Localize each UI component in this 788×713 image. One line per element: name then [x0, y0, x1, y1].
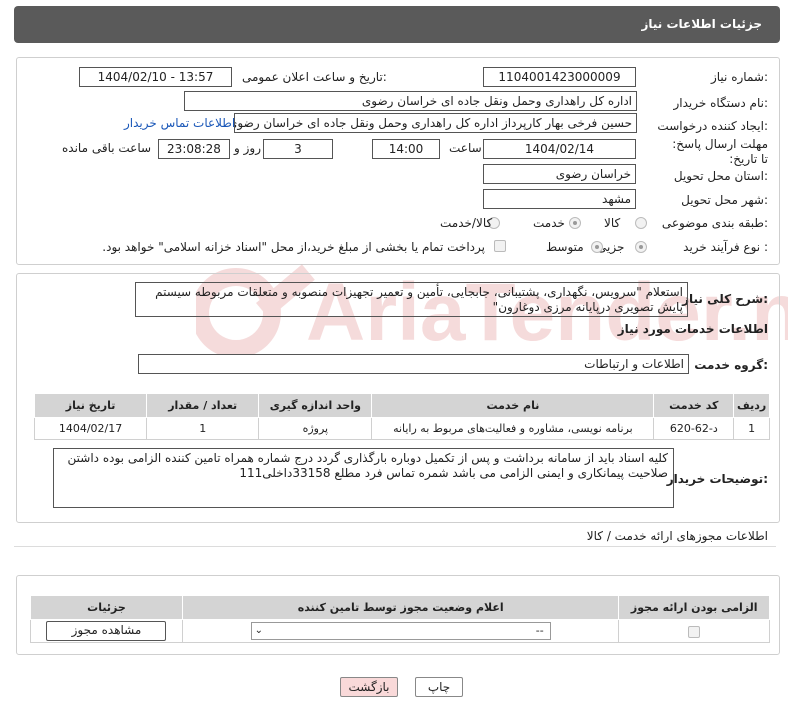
category-kala-service-label: کالا/خدمت [440, 216, 493, 230]
col-unit: واحد اندازه گیری [258, 393, 373, 418]
creator-label: ایجاد کننده درخواست: [657, 119, 768, 133]
category-kala-label: کالا [604, 216, 621, 230]
permit-details-cell: مشاهده مجوز [30, 619, 183, 643]
page-title: جزئیات اطلاعات نیاز [641, 17, 762, 31]
category-label: طبقه بندی موضوعی: [661, 216, 768, 230]
service-group-label: گروه خدمت: [694, 358, 768, 372]
permit-status-value: -- [535, 624, 544, 637]
permits-divider [14, 546, 776, 547]
announce-date-field: 1404/02/10 - 13:57 [79, 67, 232, 87]
permit-required-checkbox [688, 625, 701, 638]
buyer-notes-text: کلیه اسناد باید از سامانه برداشت و پس از… [53, 448, 674, 508]
permits-section-title: اطلاعات مجوزهای ارائه خدمت / کالا [586, 529, 768, 543]
cell-qty: 1 [146, 417, 260, 440]
deadline-label: مهلت ارسال پاسخ: تا تاریخ: [672, 137, 768, 166]
chevron-down-icon: ⌄ [254, 625, 264, 636]
col-row: ردیف [733, 393, 770, 418]
buyer-org-field: اداره کل راهداری وحمل ونقل جاده ای خراسا… [184, 91, 637, 111]
buyer-notes-label: توضیحات خریدار: [666, 472, 768, 486]
deadline-time-field: 14:00 [372, 139, 440, 159]
buyer-contact-link[interactable]: اطلاعات تماس خریدار [124, 116, 235, 130]
page-header: جزئیات اطلاعات نیاز [14, 6, 780, 43]
table-row: 1 د-62-620 برنامه نویسی، مشاوره و فعالیت… [33, 417, 770, 440]
back-button[interactable]: بازگشت [340, 677, 398, 697]
services-title: اطلاعات خدمات مورد نیاز [617, 322, 768, 336]
deadline-time-label: ساعت [449, 141, 482, 155]
announce-date-label: تاریخ و ساعت اعلان عمومی: [242, 70, 387, 84]
creator-field: حسین فرخی بهار کارپرداز اداره کل راهداری… [234, 113, 637, 133]
remaining-label: ساعت باقی مانده [62, 141, 152, 155]
permits-table: الزامی بودن ارائه مجوز اعلام وضعیت مجوز … [30, 595, 770, 643]
deadline-date-field: 1404/02/14 [483, 139, 636, 159]
need-number-label: شماره نیاز: [710, 70, 768, 84]
col-code: کد خدمت [653, 393, 735, 418]
view-permit-button[interactable]: مشاهده مجوز [46, 621, 167, 641]
summary-label: شرح کلی نیاز: [682, 292, 768, 306]
cell-name: برنامه نویسی، مشاوره و فعالیت‌های مربوط … [371, 417, 655, 440]
cell-code: د-62-620 [653, 417, 735, 440]
permit-status-cell: -- ⌄ [181, 619, 620, 643]
table-row: -- ⌄ مشاهده مجوز [30, 619, 770, 643]
city-label: شهر محل تحویل: [681, 193, 768, 207]
cell-unit: پروژه [258, 417, 373, 440]
remaining-time-field: 23:08:28 [158, 139, 230, 159]
services-table-header: ردیف کد خدمت نام خدمت واحد اندازه گیری ت… [33, 393, 770, 418]
col-qty: تعداد / مقدار [146, 393, 260, 418]
city-field: مشهد [483, 189, 636, 209]
province-label: استان محل تحویل: [673, 169, 768, 183]
permit-status-select[interactable]: -- ⌄ [250, 622, 551, 640]
remaining-days-field: 3 [263, 139, 333, 159]
service-group-field: اطلاعات و ارتباطات [138, 354, 689, 374]
print-button[interactable]: چاپ [415, 677, 463, 697]
col-name: نام خدمت [371, 393, 655, 418]
services-table: ردیف کد خدمت نام خدمت واحد اندازه گیری ت… [33, 393, 770, 440]
province-field: خراسان رضوی [483, 164, 636, 184]
col-date: تاریخ نیاز [33, 393, 148, 418]
col-permit-details: جزئیات [30, 595, 183, 620]
buyer-org-label: نام دستگاه خریدار: [673, 96, 769, 110]
category-service-label: خدمت [533, 216, 565, 230]
cell-date: 1404/02/17 [33, 417, 148, 440]
col-permit-required: الزامی بودن ارائه مجوز [618, 595, 770, 620]
permit-required-cell [618, 619, 770, 643]
summary-text: استعلام "سرویس، نگهداری، پشتیبانی، جابجا… [135, 282, 688, 317]
cell-row: 1 [733, 417, 770, 440]
category-service-radio[interactable] [569, 217, 581, 229]
category-kala-radio[interactable] [635, 217, 647, 229]
need-number-field: 1104001423000009 [483, 67, 636, 87]
permits-table-header: الزامی بودن ارائه مجوز اعلام وضعیت مجوز … [30, 595, 770, 620]
col-permit-status: اعلام وضعیت مجوز توسط تامین کننده [181, 595, 620, 620]
days-label: روز و [234, 141, 261, 155]
